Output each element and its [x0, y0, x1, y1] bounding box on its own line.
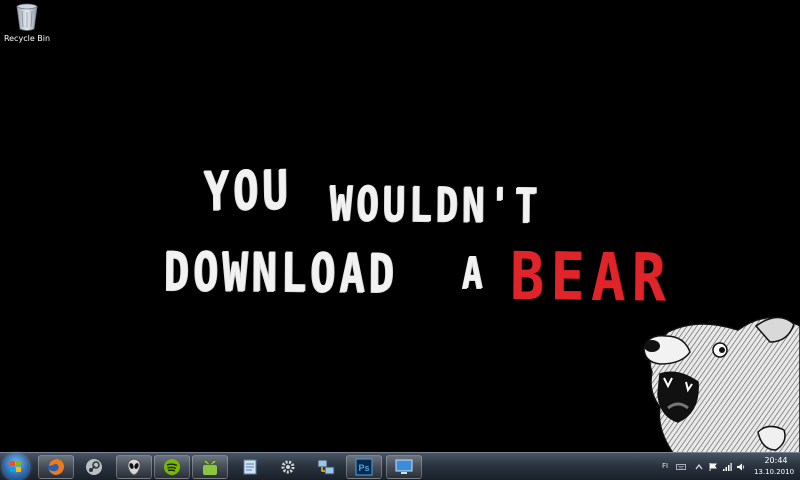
flag-icon[interactable] [708, 462, 718, 472]
monitor-icon [395, 459, 413, 474]
system-tray: FI 20:44 13.10.2010 [656, 453, 800, 480]
taskbar-alien[interactable] [116, 455, 152, 479]
recycle-bin-icon [16, 3, 38, 31]
recycle-bin-shortcut[interactable]: Recycle Bin [2, 2, 52, 50]
taskbar-spotify[interactable] [154, 455, 190, 479]
sprout-icon [203, 460, 217, 475]
wallpaper-text-a: A [462, 248, 487, 299]
wallpaper-text-you: YOU [203, 158, 293, 223]
photoshop-label: Ps [358, 463, 369, 473]
notepad-icon [243, 459, 257, 475]
taskbar-network[interactable] [308, 455, 344, 479]
gear-icon [281, 460, 295, 474]
taskbar-settings[interactable] [270, 455, 306, 479]
clock-time[interactable]: 20:44 [756, 456, 796, 465]
taskbar-photoshop[interactable]: Ps [346, 455, 382, 479]
recycle-bin-label: Recycle Bin [3, 34, 51, 43]
wallpaper-text-wouldnt: WOULDN'T [329, 176, 542, 235]
steam-icon [86, 459, 102, 475]
taskbar-sprout[interactable] [192, 455, 228, 479]
firefox-icon [48, 459, 64, 475]
language-indicator[interactable]: FI [662, 462, 668, 470]
spotify-icon [164, 459, 180, 475]
taskbar-notepad[interactable] [232, 455, 268, 479]
alien-icon [127, 458, 141, 476]
taskbar-remote-desktop[interactable] [386, 455, 422, 479]
desktop: Recycle Bin YOU WOULDN'T DOWNLOAD A BEAR [0, 0, 800, 480]
wallpaper-text-download: DOWNLOAD [163, 240, 399, 306]
volume-icon[interactable] [736, 462, 746, 472]
taskbar: Ps FI 20:44 13.10.2010 [0, 452, 800, 480]
network-icon [317, 459, 335, 475]
bear-illustration [643, 316, 800, 460]
taskbar-firefox[interactable] [38, 455, 74, 479]
clock-date[interactable]: 13.10.2010 [750, 468, 798, 476]
keyboard-icon[interactable] [676, 462, 686, 472]
photoshop-icon: Ps [355, 458, 373, 476]
start-button[interactable] [3, 454, 29, 480]
chevron-up-icon[interactable] [694, 462, 704, 472]
windows-orb-icon [10, 461, 21, 472]
network-signal-icon[interactable] [722, 462, 732, 472]
taskbar-steam[interactable] [76, 455, 112, 479]
wallpaper-text-bear: BEAR [509, 238, 673, 317]
